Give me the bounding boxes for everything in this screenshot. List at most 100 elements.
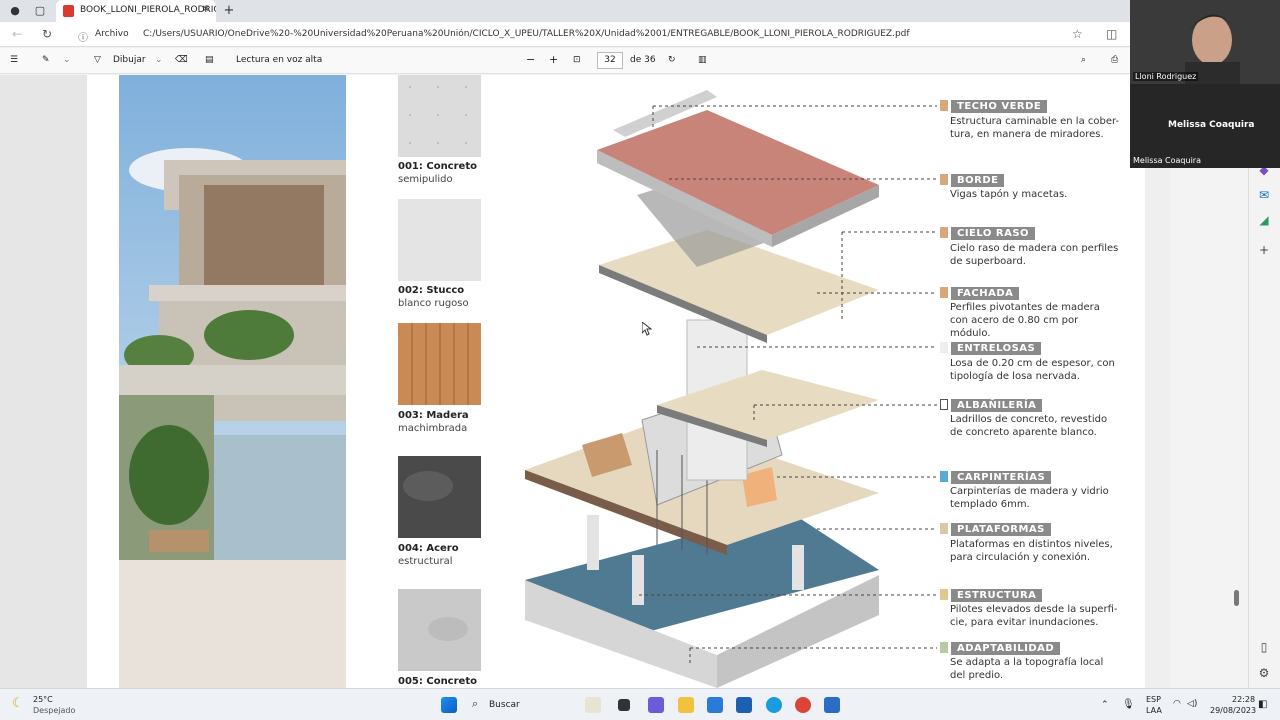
address-label: Archivo <box>95 29 129 39</box>
outlook-icon[interactable]: ✉ <box>1257 188 1271 202</box>
legend-marker <box>940 523 948 534</box>
legend-marker <box>940 287 948 298</box>
new-tab-button[interactable]: + <box>222 4 236 18</box>
read-aloud-button[interactable]: Lectura en voz alta <box>236 55 322 65</box>
profile-icon[interactable]: ● <box>8 4 22 18</box>
highlight-icon[interactable]: ✎ <box>42 55 50 65</box>
volume-icon[interactable]: ◁) <box>1187 699 1197 709</box>
participant-name: Melissa Coaquira <box>1133 156 1201 165</box>
start-button[interactable] <box>441 697 457 713</box>
legend-marker <box>940 227 948 238</box>
tab-actions-icon[interactable]: ▢ <box>33 4 47 18</box>
legend-desc: Pilotes elevados desde la superfi-cie, p… <box>950 604 1118 628</box>
widget-icon[interactable] <box>585 697 601 713</box>
chevron-down-icon[interactable]: ⌄ <box>63 55 71 65</box>
close-tab-icon[interactable]: ✕ <box>202 4 210 15</box>
zoom-in-button[interactable]: + <box>549 53 558 66</box>
app-icon[interactable] <box>824 697 840 713</box>
legend-title: ALBAÑILERÍA <box>951 399 1043 412</box>
legend-desc: Se adapta a la topografía local del pred… <box>950 657 1104 681</box>
language-2[interactable]: LAA <box>1146 706 1162 715</box>
legend-marker <box>940 342 948 353</box>
legend-desc: Vigas tapón y macetas. <box>950 189 1068 200</box>
material-desc: machimbrada <box>398 423 468 434</box>
refresh-icon[interactable]: ↻ <box>42 27 52 41</box>
tools-icon[interactable]: ◢ <box>1257 213 1271 227</box>
legend-desc: Cielo raso de madera con perfiles de sup… <box>950 243 1119 267</box>
contents-icon[interactable]: ☰ <box>10 55 18 65</box>
split-screen-icon[interactable]: ◫ <box>1106 27 1117 41</box>
material-code: 004: Acero <box>398 543 459 554</box>
material-desc: semipulido <box>398 174 453 185</box>
read-view-icon[interactable]: ▤ <box>205 55 214 65</box>
print-icon[interactable]: ⎙ <box>1111 55 1118 65</box>
taskbar-search[interactable]: Buscar <box>489 700 520 710</box>
back-icon[interactable]: ← <box>12 27 22 41</box>
building-render-image <box>119 75 346 688</box>
url-text[interactable]: C:/Users/USUARIO/OneDrive%20-%20Universi… <box>143 29 910 39</box>
participant-video-2: Melissa Coaquira Melissa Coaquira <box>1130 84 1280 168</box>
pdf-icon <box>63 5 74 17</box>
weather-moon-icon: ☾ <box>12 696 24 711</box>
exploded-axonometric-diagram <box>525 90 937 688</box>
sidebar-layout-icon[interactable]: ▯ <box>1257 640 1271 654</box>
participant-name: Lloni Rodriguez <box>1133 72 1199 81</box>
store-icon[interactable] <box>736 697 752 713</box>
material-code: 005: Concreto <box>398 676 477 687</box>
search-icon[interactable]: ⌕ <box>472 697 478 711</box>
legend-desc: Estructura caminable en la cober-tura, e… <box>950 116 1120 140</box>
legend-desc: Carpinterías de madera y vidrio templado… <box>950 486 1109 510</box>
search-icon[interactable]: ⌕ <box>1081 55 1086 65</box>
teams-icon[interactable] <box>648 697 664 713</box>
tray-chevron-icon[interactable]: ⌃ <box>1101 700 1109 710</box>
clock-date[interactable]: 29/08/2023 <box>1210 706 1256 715</box>
legend-title: FACHADA <box>951 287 1020 300</box>
tab-pdf[interactable]: BOOK_LLONI_PIEROLA_RODRIGUEZ.pdf ✕ <box>56 0 216 22</box>
chrome-icon[interactable] <box>795 697 811 713</box>
info-icon[interactable]: ⓘ <box>78 29 88 44</box>
material-swatch-stucco <box>398 199 481 281</box>
vertical-scrollbar[interactable] <box>1234 590 1239 606</box>
wifi-icon[interactable]: ◠ <box>1173 699 1181 709</box>
material-swatch-wood <box>398 323 481 405</box>
legend-marker <box>940 589 948 600</box>
material-desc: estructural <box>398 556 453 567</box>
mouse-cursor-icon <box>642 322 652 336</box>
eraser-icon[interactable]: ⌫ <box>175 55 188 65</box>
pdf-page: 001: Concreto semipulido 002: Stucco bla… <box>87 75 1145 688</box>
chevron-down-icon[interactable]: ⌄ <box>155 55 163 65</box>
draw-icon[interactable]: ▽ <box>94 55 101 65</box>
legend-desc: Perfiles pivotantes de madera con acero … <box>950 302 1100 339</box>
language-1[interactable]: ESP <box>1146 695 1161 704</box>
zoom-out-button[interactable]: − <box>526 53 535 66</box>
clock-time[interactable]: 22:28 <box>1232 695 1255 704</box>
legend-desc: Losa de 0.20 cm de espesor, con tipologí… <box>950 358 1115 382</box>
weather-temp[interactable]: 25°C <box>33 695 53 704</box>
page-view-icon[interactable]: ▥ <box>698 55 707 65</box>
material-swatch-steel <box>398 456 481 538</box>
notification-icon[interactable]: ◧ <box>1258 699 1267 710</box>
task-view-icon[interactable] <box>618 699 630 711</box>
legend-desc: Ladrillos de concreto, revestido de conc… <box>950 414 1108 438</box>
legend-title: ENTRELOSAS <box>951 342 1042 355</box>
browser-tab-bar: ● ▢ BOOK_LLONI_PIEROLA_RODRIGUEZ.pdf ✕ + <box>0 0 1280 22</box>
settings-gear-icon[interactable]: ⚙ <box>1257 666 1271 680</box>
rotate-icon[interactable]: ↻ <box>668 55 676 65</box>
legend-title: CARPINTERÍAS <box>951 471 1052 484</box>
favorite-star-icon[interactable]: ☆ <box>1072 27 1083 41</box>
file-explorer-icon[interactable] <box>678 697 694 713</box>
legend-title: ADAPTABILIDAD <box>951 642 1061 655</box>
legend-title: BORDE <box>951 174 1005 187</box>
legend-marker <box>940 174 948 185</box>
fit-page-icon[interactable]: ⊡ <box>573 55 581 65</box>
legend-title: ESTRUCTURA <box>951 589 1043 602</box>
edge-icon[interactable] <box>766 697 782 713</box>
draw-button[interactable]: Dibujar <box>113 55 146 65</box>
legend-title: TECHO VERDE <box>951 100 1048 113</box>
microphone-icon[interactable]: 🎙 <box>1122 699 1135 710</box>
add-sidebar-app-icon[interactable]: + <box>1257 243 1271 257</box>
page-number-input[interactable]: 32 <box>597 52 623 69</box>
participant-video-1: Lloni Rodriguez <box>1130 0 1280 84</box>
todo-icon[interactable] <box>707 697 723 713</box>
weather-desc[interactable]: Despejado <box>33 706 75 715</box>
